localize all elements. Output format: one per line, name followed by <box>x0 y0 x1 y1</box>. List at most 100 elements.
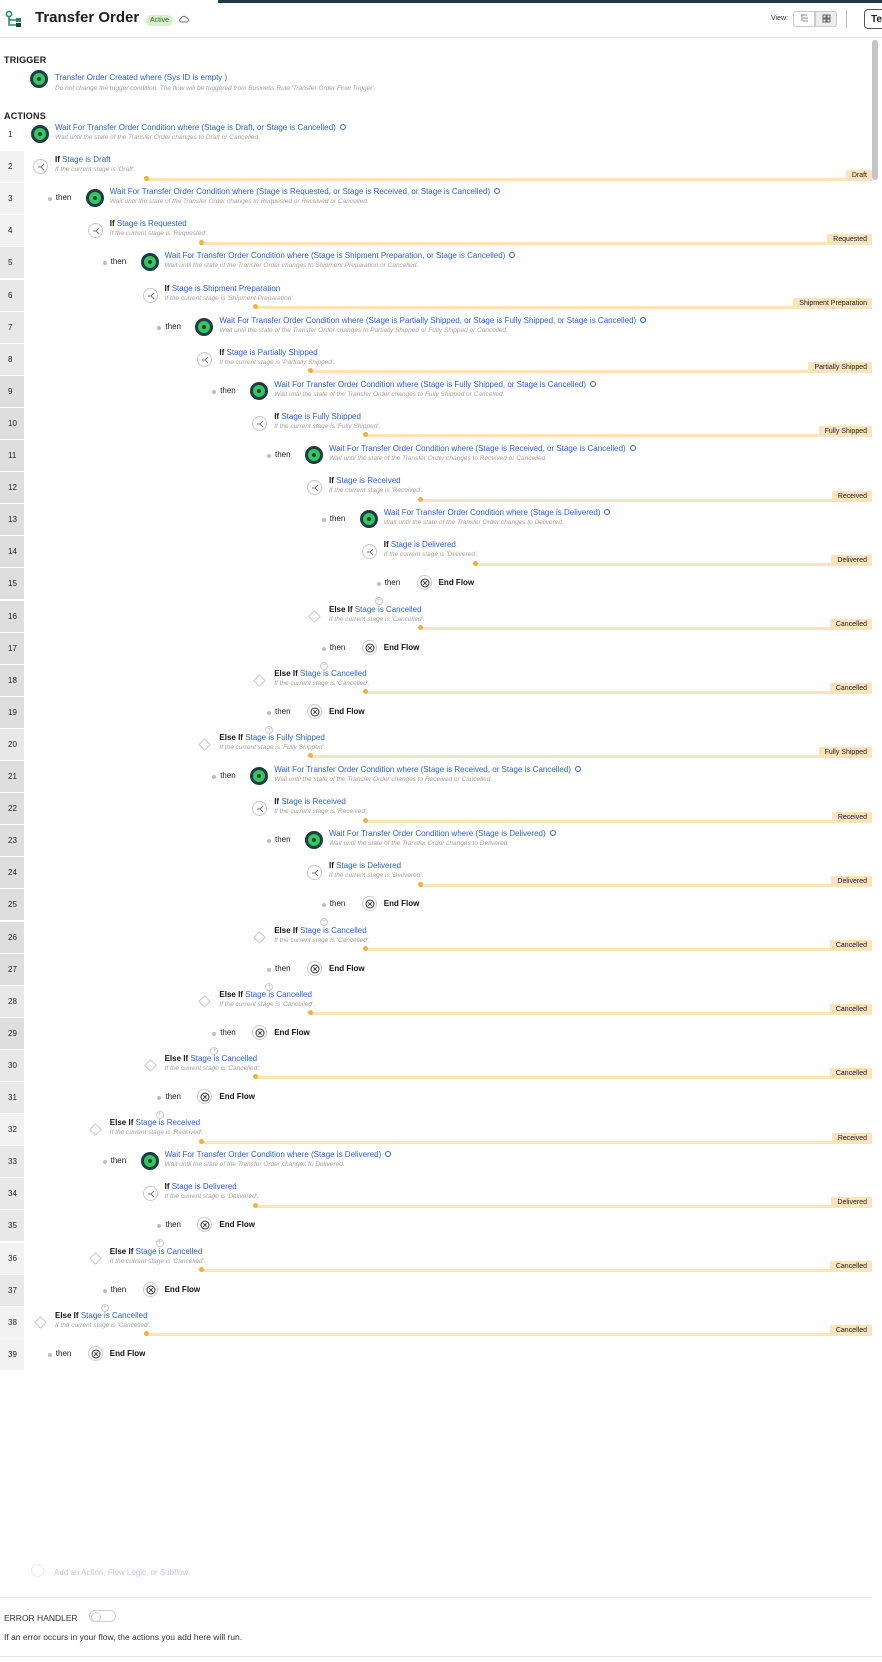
branch-line <box>363 817 872 823</box>
status-badge: Active <box>146 15 174 26</box>
branch-keyword: Else If <box>274 925 298 935</box>
branch-condition-title[interactable]: If Stage is Delivered <box>165 1182 237 1191</box>
branch-icon <box>257 420 264 428</box>
branch-condition-title[interactable]: If Stage is Shipment Preparation <box>165 284 281 293</box>
wait-step-title[interactable]: Wait For Transfer Order Condition where … <box>165 251 516 260</box>
branch-icon <box>366 548 374 556</box>
row-number-label: 13 <box>8 515 17 525</box>
branch-line <box>198 1138 872 1144</box>
error-handler-description: If an error occurs in your flow, the act… <box>4 1632 243 1642</box>
end-flow-label: End Flow <box>164 1284 201 1294</box>
add-icon[interactable] <box>31 1564 44 1577</box>
page-title: Transfer Order <box>35 9 140 26</box>
row-number: 16 <box>0 600 24 632</box>
info-icon[interactable] <box>629 445 636 451</box>
wait-step-title[interactable]: Wait For Transfer Order Condition where … <box>329 829 556 838</box>
row-number: 24 <box>0 857 24 889</box>
branch-icon <box>202 356 209 364</box>
info-icon[interactable] <box>509 252 516 259</box>
if-branch-icon <box>252 801 268 817</box>
step-title-text: Stage is Cancelled <box>245 989 312 999</box>
branch-condition-title[interactable]: If Stage is Delivered <box>384 540 456 549</box>
end-flow-label: End Flow <box>274 1027 310 1037</box>
error-handler-toggle[interactable] <box>89 1610 116 1622</box>
flow-logo-icon <box>5 10 21 27</box>
branch-condition-title[interactable]: Else If Stage is Received <box>110 1118 200 1127</box>
branch-condition-title[interactable]: Else If Stage is Cancelled <box>110 1247 203 1256</box>
branch-condition-title[interactable]: If Stage is Draft <box>55 155 111 164</box>
branch-condition-title[interactable]: If Stage is Requested <box>110 219 187 228</box>
branch-condition-title[interactable]: Else If Stage is Cancelled <box>219 990 312 999</box>
add-action-link[interactable]: Add an Action, Flow Logic, or Subflow <box>54 1568 188 1577</box>
branch-condition-title[interactable]: Else If Stage is Cancelled <box>329 605 422 614</box>
branch-keyword: If <box>55 155 60 165</box>
scrollbar[interactable] <box>872 40 878 180</box>
step-title-text: Stage is Cancelled <box>135 1246 203 1256</box>
info-icon[interactable] <box>385 1151 392 1158</box>
info-icon[interactable] <box>339 124 346 130</box>
info-icon[interactable] <box>604 509 611 516</box>
step-description: If the current stage is 'Delivered'. <box>164 1193 259 1201</box>
row-number: 5 <box>0 247 24 279</box>
wait-step-title[interactable]: Wait For Transfer Order Condition where … <box>329 444 636 453</box>
cloud-sync-icon[interactable] <box>178 14 190 24</box>
branch-condition-title[interactable]: Else If Stage is Cancelled <box>165 1054 258 1063</box>
tree-view-button[interactable] <box>793 11 815 27</box>
branch-condition-title[interactable]: Else If Stage is Cancelled <box>274 926 367 935</box>
row-number-label: 24 <box>8 868 17 878</box>
branch-tag: Cancelled <box>829 619 872 630</box>
row-number: 15 <box>0 568 24 600</box>
wait-step-title[interactable]: Wait For Transfer Order Condition where … <box>384 508 611 517</box>
row-number: 8 <box>0 343 24 375</box>
branch-condition-title[interactable]: If Stage is Delivered <box>329 861 401 870</box>
row-number-label: 38 <box>8 1317 17 1327</box>
end-flow-label: End Flow <box>329 963 365 973</box>
step-title-text: Wait For Transfer Order Condition where … <box>329 444 626 453</box>
else-if-branch-icon <box>198 994 212 1008</box>
branch-condition-title[interactable]: Else If Stage is Fully Shipped <box>219 733 324 742</box>
wait-step-title[interactable]: Wait For Transfer Order Condition where … <box>165 1150 392 1159</box>
step-title-text: Wait For Transfer Order Condition where … <box>219 315 637 325</box>
branch-tag: Partially Shipped <box>808 362 872 374</box>
wait-step-title[interactable]: Wait For Transfer Order Condition where … <box>55 123 346 132</box>
step-title-text: Stage is Received <box>135 1118 201 1128</box>
info-icon[interactable] <box>640 316 647 323</box>
wait-step-title[interactable]: Wait For Transfer Order Condition where … <box>110 187 501 196</box>
row-number-label: 6 <box>8 290 13 300</box>
trigger-title[interactable]: Transfer Order Created where (Sys ID is … <box>55 73 227 82</box>
wait-step-title[interactable]: Wait For Transfer Order Condition where … <box>219 315 647 325</box>
step-title-text: Stage is Fully Shipped <box>245 732 325 742</box>
then-connector-dot <box>212 389 217 394</box>
end-flow-label: End Flow <box>109 1348 146 1358</box>
branch-dot <box>417 881 423 887</box>
branch-tag: Cancelled <box>829 683 872 695</box>
grid-view-icon <box>822 14 831 23</box>
row-number-label: 7 <box>8 322 13 332</box>
branch-line <box>363 946 872 951</box>
branch-condition-title[interactable]: If Stage is Partially Shipped <box>219 348 317 357</box>
step-description: Wait until the state of the Transfer Ord… <box>55 134 260 141</box>
branch-condition-title[interactable]: Else If Stage is Cancelled <box>55 1311 148 1320</box>
branch-condition-title[interactable]: If Stage is Received <box>274 797 346 806</box>
branch-condition-title[interactable]: If Stage is Fully Shipped <box>274 412 361 421</box>
branch-condition-title[interactable]: If Stage is Received <box>329 476 401 485</box>
wait-step-title[interactable]: Wait For Transfer Order Condition where … <box>274 380 597 389</box>
then-connector-dot <box>102 1288 107 1293</box>
grid-view-button[interactable] <box>815 11 837 27</box>
step-description: If the current stage is 'Received'. <box>329 487 423 495</box>
row-number-label: 23 <box>8 836 17 846</box>
step-title-text: Wait For Transfer Order Condition where … <box>329 829 546 839</box>
row-number-label: 34 <box>8 1189 17 1199</box>
step-description: If the current stage is 'Received'. <box>109 1129 204 1137</box>
info-icon[interactable] <box>549 830 556 837</box>
branch-condition-title[interactable]: Else If Stage is Cancelled <box>274 669 367 678</box>
info-icon[interactable] <box>574 766 581 772</box>
close-circle-icon <box>200 1092 210 1102</box>
wait-step-title[interactable]: Wait For Transfer Order Condition where … <box>274 765 581 774</box>
test-button[interactable]: Te <box>864 9 882 29</box>
info-icon[interactable] <box>590 380 597 387</box>
step-description: If the current stage is 'Delivered'. <box>329 872 424 880</box>
info-icon[interactable] <box>494 188 501 195</box>
end-flow-label: End Flow <box>383 899 420 909</box>
row-number: 25 <box>0 889 24 921</box>
